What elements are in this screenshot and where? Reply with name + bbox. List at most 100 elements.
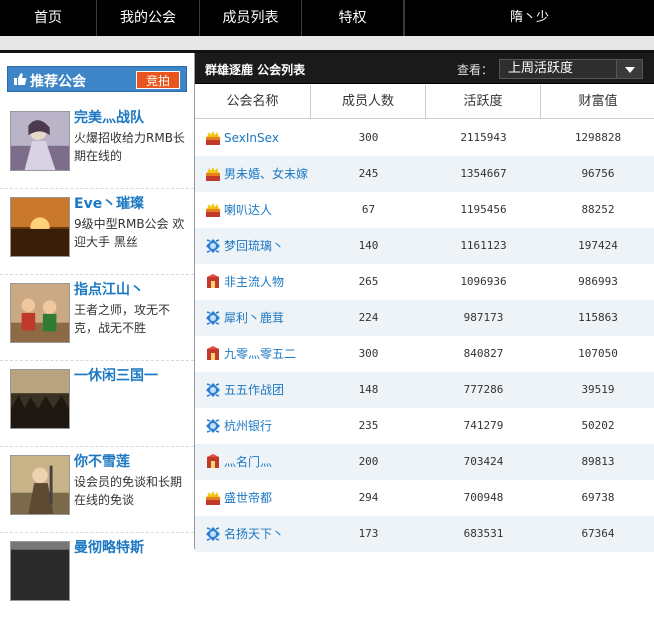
members-cell: 200 <box>358 455 379 468</box>
red-emblem-icon <box>207 454 219 468</box>
table-row[interactable]: 九零灬零五二 300 840827 107050 <box>195 336 654 372</box>
recommended-guild[interactable]: 完美灬战队 火爆招收给力RMB长期在线的 <box>0 103 194 189</box>
activity-cell: 683531 <box>463 527 504 540</box>
blue-emblem-icon <box>206 419 220 433</box>
recommend-header: 推荐公会 竞拍 <box>7 66 187 92</box>
crown-chest-icon <box>206 491 220 505</box>
sort-select-value: 上周活跃度 <box>508 61 574 76</box>
table-row[interactable]: 灬名门灬 200 703424 89813 <box>195 444 654 480</box>
guild-desc: 王者之师，攻无不克，战无不胜 <box>74 303 171 335</box>
guild-name-link[interactable]: 灬名门灬 <box>224 444 272 480</box>
col-wealth[interactable]: 财富值 <box>541 85 654 119</box>
wealth-cell: 69738 <box>581 491 615 504</box>
guild-name-link[interactable]: 非主流人物 <box>224 264 284 300</box>
wealth-cell: 96756 <box>581 167 615 180</box>
table-row[interactable]: 梦回琉璃丶 140 1161123 197424 <box>195 228 654 264</box>
members-cell: 300 <box>358 131 379 144</box>
crown-chest-icon <box>206 167 220 181</box>
table-row[interactable]: 喇叭达人 67 1195456 88252 <box>195 192 654 228</box>
table-row[interactable]: 犀利丶鹿茸 224 987173 115863 <box>195 300 654 336</box>
table-row[interactable]: SexInSex 300 2115943 1298828 <box>195 120 654 156</box>
table-row[interactable]: 名扬天下丶 173 683531 67364 <box>195 516 654 552</box>
table-row[interactable]: 五五作战团 148 777286 39519 <box>195 372 654 408</box>
table-header: 公会名称 成员人数 活跃度 财富值 <box>195 85 654 119</box>
wealth-cell: 89813 <box>581 455 615 468</box>
guild-name-link[interactable]: 男未婚、女未嫁 <box>224 156 308 192</box>
activity-cell: 700948 <box>463 491 504 504</box>
guild-name-link[interactable]: SexInSex <box>224 120 279 156</box>
wealth-cell: 1298828 <box>574 131 622 144</box>
col-members[interactable]: 成员人数 <box>311 85 426 119</box>
guild-name[interactable]: 一休闲三国一 <box>74 365 158 385</box>
wealth-cell: 986993 <box>578 275 618 288</box>
red-emblem-icon <box>207 346 219 360</box>
guild-name-link[interactable]: 梦回琉璃丶 <box>224 228 284 264</box>
recommended-guild[interactable]: Eve丶璀璨 9级中型RMB公会 欢迎大手 黑丝 <box>0 189 194 275</box>
sidebar: 推荐公会 竞拍 完美灬战队 火爆招收给力RMB长期在线的 Eve丶璀璨 9级中型… <box>0 53 194 601</box>
blue-emblem-icon <box>206 311 220 325</box>
wealth-cell: 67364 <box>581 527 615 540</box>
thumbs-up-icon <box>14 73 27 85</box>
wealth-cell: 39519 <box>581 383 615 396</box>
guild-name[interactable]: 你不雪莲 <box>74 451 130 471</box>
sort-select[interactable]: 上周活跃度 <box>499 59 643 79</box>
wealth-cell: 50202 <box>581 419 615 432</box>
guild-avatar <box>10 369 70 429</box>
col-activity[interactable]: 活跃度 <box>426 85 541 119</box>
panel-title: 群雄逐鹿 公会列表 <box>205 63 306 77</box>
members-cell: 140 <box>358 239 379 252</box>
guild-avatar <box>10 111 70 171</box>
guild-name-link[interactable]: 九零灬零五二 <box>224 336 296 372</box>
nav-home[interactable]: 首页 <box>0 0 97 36</box>
guild-name-link[interactable]: 五五作战团 <box>224 372 284 408</box>
wealth-cell: 197424 <box>578 239 618 252</box>
guild-desc: 设会员的免谈和长期在线的免谈 <box>74 475 183 507</box>
recommended-guild[interactable]: 指点江山丶 王者之师，攻无不克，战无不胜 <box>0 275 194 361</box>
table-row[interactable]: 非主流人物 265 1096936 986993 <box>195 264 654 300</box>
guild-desc: 9级中型RMB公会 欢迎大手 黑丝 <box>74 217 185 249</box>
activity-cell: 1161123 <box>460 239 507 252</box>
col-guild-name[interactable]: 公会名称 <box>195 85 311 119</box>
guild-name-link[interactable]: 犀利丶鹿茸 <box>224 300 284 336</box>
blue-emblem-icon <box>206 527 220 541</box>
table-row[interactable]: 男未婚、女未嫁 245 1354667 96756 <box>195 156 654 192</box>
wealth-cell: 88252 <box>581 203 615 216</box>
guild-name-link[interactable]: 盛世帝都 <box>224 480 272 516</box>
recommended-guild[interactable]: 一休闲三国一 <box>0 361 194 447</box>
table-row[interactable]: 杭州银行 235 741279 50202 <box>195 408 654 444</box>
guild-list-panel: 群雄逐鹿 公会列表 查看： 上周活跃度 公会名称 成员人数 活跃度 财富值 Se… <box>194 53 654 552</box>
members-cell: 300 <box>358 347 379 360</box>
chevron-down-icon[interactable] <box>616 60 642 78</box>
guild-name-link[interactable]: 杭州银行 <box>224 408 272 444</box>
guild-name[interactable]: 完美灬战队 <box>74 107 144 127</box>
recommended-guild[interactable]: 你不雪莲 设会员的免谈和长期在线的免谈 <box>0 447 194 533</box>
guild-name[interactable]: 曼彻略特斯 <box>74 537 144 557</box>
nav-member-list[interactable]: 成员列表 <box>200 0 302 36</box>
activity-cell: 1195456 <box>460 203 507 216</box>
recommend-title: 推荐公会 <box>30 74 86 90</box>
guild-name[interactable]: Eve丶璀璨 <box>74 193 144 213</box>
gray-bar <box>0 36 654 50</box>
user-name[interactable]: 隋丶少 <box>404 0 654 36</box>
guild-name-link[interactable]: 喇叭达人 <box>224 192 272 228</box>
guild-avatar <box>10 455 70 515</box>
activity-cell: 987173 <box>463 311 504 324</box>
nav-privileges[interactable]: 特权 <box>302 0 404 36</box>
recommended-guild[interactable]: 曼彻略特斯 <box>0 533 194 619</box>
auction-button[interactable]: 竞拍 <box>136 71 180 89</box>
top-nav: 首页 我的公会 成员列表 特权 隋丶少 <box>0 0 654 36</box>
crown-chest-icon <box>206 203 220 217</box>
members-cell: 245 <box>358 167 379 180</box>
guild-avatar <box>10 283 70 343</box>
blue-emblem-icon <box>206 239 220 253</box>
guild-avatar <box>10 541 70 601</box>
members-cell: 173 <box>358 527 379 540</box>
table-row[interactable]: 盛世帝都 294 700948 69738 <box>195 480 654 516</box>
activity-cell: 1354667 <box>460 167 507 180</box>
nav-my-guild[interactable]: 我的公会 <box>97 0 200 36</box>
guild-name-link[interactable]: 名扬天下丶 <box>224 516 284 552</box>
activity-cell: 741279 <box>463 419 504 432</box>
view-label: 查看： <box>457 63 494 77</box>
guild-name[interactable]: 指点江山丶 <box>74 279 144 299</box>
members-cell: 265 <box>358 275 379 288</box>
